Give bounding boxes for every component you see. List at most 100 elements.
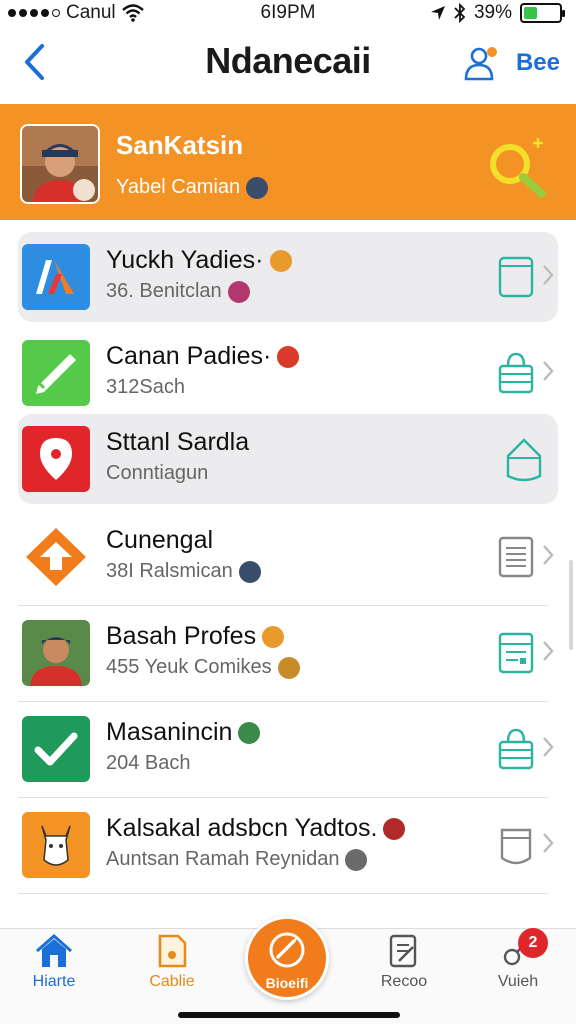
- list-item-title-row: Yuckh Yadies·: [106, 246, 292, 275]
- nav-right-button[interactable]: Bee: [516, 49, 560, 77]
- document-star-icon: [158, 934, 187, 968]
- list-item-title-row: Sttanl Sardla: [106, 428, 249, 457]
- tab-recoo-label: Recoo: [380, 973, 428, 990]
- list-item-title: Basah Profes: [106, 622, 257, 650]
- cup-icon[interactable]: [498, 822, 534, 866]
- battery-fill: [524, 7, 538, 19]
- row-divider: [18, 893, 548, 894]
- emoji-icon: [227, 280, 250, 303]
- emoji-icon: [383, 817, 406, 840]
- chevron-right-icon: [542, 264, 554, 286]
- list-item-title-row: Masanincin: [106, 718, 261, 747]
- spreadsheet-icon[interactable]: [498, 630, 534, 674]
- list-item[interactable]: Masanincin 204 Bach: [18, 704, 558, 798]
- tab-recoo[interactable]: Recoo: [354, 933, 454, 1003]
- list-item-title: Masanincin: [106, 718, 233, 746]
- list-item[interactable]: Cunengal 38I Ralsmican: [18, 512, 558, 606]
- status-left: Canul: [8, 2, 144, 24]
- bluetooth-icon: [454, 3, 466, 23]
- add-user-icon[interactable]: [462, 44, 500, 82]
- list-item[interactable]: Yuckh Yadies· 36. Benitclan: [18, 232, 558, 322]
- list-item-title-row: Canan Padies·: [106, 342, 300, 371]
- nav-bar: Ndanecaii Bee: [0, 30, 576, 96]
- list-item-title: Kalsakal adsbcn Yadtos.: [106, 814, 378, 842]
- home-outline-icon[interactable]: [506, 436, 542, 482]
- chevron-right-icon: [542, 640, 554, 662]
- list-item-subtitle: 204 Bach: [106, 752, 191, 774]
- profile-banner[interactable]: SanKatsin Yabel Camian: [0, 104, 576, 220]
- tab-home[interactable]: Hiarte: [4, 933, 104, 1003]
- list-item-subtitle-row: 204 Bach: [106, 752, 191, 775]
- status-right: 39%: [430, 2, 565, 24]
- chevron-right-icon: [542, 736, 554, 758]
- list-item-title-row: Kalsakal adsbcn Yadtos.: [106, 814, 406, 843]
- tablet-icon[interactable]: [498, 254, 534, 298]
- list-item[interactable]: Sttanl Sardla Conntiagun: [18, 414, 558, 504]
- notification-badge: 2: [518, 928, 548, 958]
- chevron-right-icon: [542, 544, 554, 566]
- map-pin-icon: [22, 426, 90, 492]
- home-icon: [36, 933, 72, 967]
- shopping-bag-icon[interactable]: [498, 726, 534, 770]
- brand-logo-icon: [22, 244, 90, 310]
- list-item-subtitle: Auntsan Ramah Reynidan: [106, 848, 340, 870]
- scrollbar[interactable]: [569, 560, 573, 650]
- tab-vuieh-label: Vuieh: [497, 973, 539, 990]
- profile-subtitle-row: Yabel Camian: [116, 176, 269, 199]
- profile-name: SanKatsin: [116, 130, 244, 160]
- diamond-sign-icon: [22, 524, 90, 590]
- profile-emoji-icon: [246, 176, 269, 199]
- row-divider: [18, 701, 548, 702]
- location-arrow-icon: [430, 6, 445, 20]
- compass-edit-icon: [269, 932, 305, 968]
- list-item-subtitle-row: Conntiagun: [106, 462, 208, 485]
- center-action-button[interactable]: Bioeifi: [245, 916, 329, 1000]
- document-icon[interactable]: [498, 534, 534, 578]
- person-photo-icon: [22, 620, 90, 686]
- signal-dots-icon: [8, 9, 60, 17]
- chevron-right-icon: [542, 360, 554, 382]
- tab-cable-label: Cablie: [149, 973, 195, 990]
- emoji-icon: [262, 625, 285, 648]
- wifi-icon: [121, 4, 144, 22]
- status-bar: Canul 6I9PM 39%: [0, 0, 576, 26]
- emoji-icon: [269, 249, 292, 272]
- checkmark-icon: [22, 716, 90, 782]
- list-item-subtitle-row: 312Sach: [106, 376, 185, 399]
- list-item-title-row: Basah Profes: [106, 622, 285, 651]
- emoji-icon: [345, 848, 368, 871]
- tab-home-label: Hiarte: [32, 973, 76, 990]
- list-item-subtitle: 36. Benitclan: [106, 280, 222, 302]
- avatar[interactable]: [20, 124, 100, 204]
- person-photo-icon: [22, 126, 98, 202]
- list-item-title: Yuckh Yadies·: [106, 246, 264, 274]
- list-item-subtitle-row: 36. Benitclan: [106, 280, 250, 303]
- list-item[interactable]: Kalsakal adsbcn Yadtos. Auntsan Ramah Rey…: [18, 800, 558, 894]
- list-item-subtitle: 38I Ralsmican: [106, 560, 233, 582]
- list-item-title: Cunengal: [106, 526, 214, 554]
- emoji-icon: [277, 345, 300, 368]
- emoji-icon: [238, 560, 261, 583]
- list-item-title: Canan Padies·: [106, 342, 272, 370]
- emoji-icon: [238, 721, 261, 744]
- chevron-right-icon: [542, 832, 554, 854]
- shopping-bag-icon[interactable]: [498, 350, 534, 394]
- tab-cable[interactable]: Cablie: [122, 933, 222, 1003]
- carrier-label: Canul: [66, 2, 116, 23]
- center-action-label: Bioeifi: [265, 975, 309, 991]
- list-item[interactable]: Canan Padies· 312Sach: [18, 328, 558, 422]
- list-item-subtitle: 455 Yeuk Comikes: [106, 656, 272, 678]
- nav-right: Bee: [462, 44, 560, 82]
- document-edit-icon: [389, 934, 417, 968]
- llama-icon: [22, 812, 90, 878]
- list-item-title: Sttanl Sardla: [106, 428, 250, 456]
- list-item-subtitle: Conntiagun: [106, 462, 209, 484]
- row-divider: [18, 605, 548, 606]
- home-indicator: [178, 1012, 400, 1018]
- list-item[interactable]: Basah Profes 455 Yeuk Comikes: [18, 608, 558, 702]
- pencil-check-icon: [22, 340, 90, 406]
- list-item-subtitle-row: 38I Ralsmican: [106, 560, 261, 583]
- row-divider: [18, 797, 548, 798]
- list-item-subtitle-row: 455 Yeuk Comikes: [106, 656, 300, 679]
- search-icon[interactable]: [486, 134, 550, 204]
